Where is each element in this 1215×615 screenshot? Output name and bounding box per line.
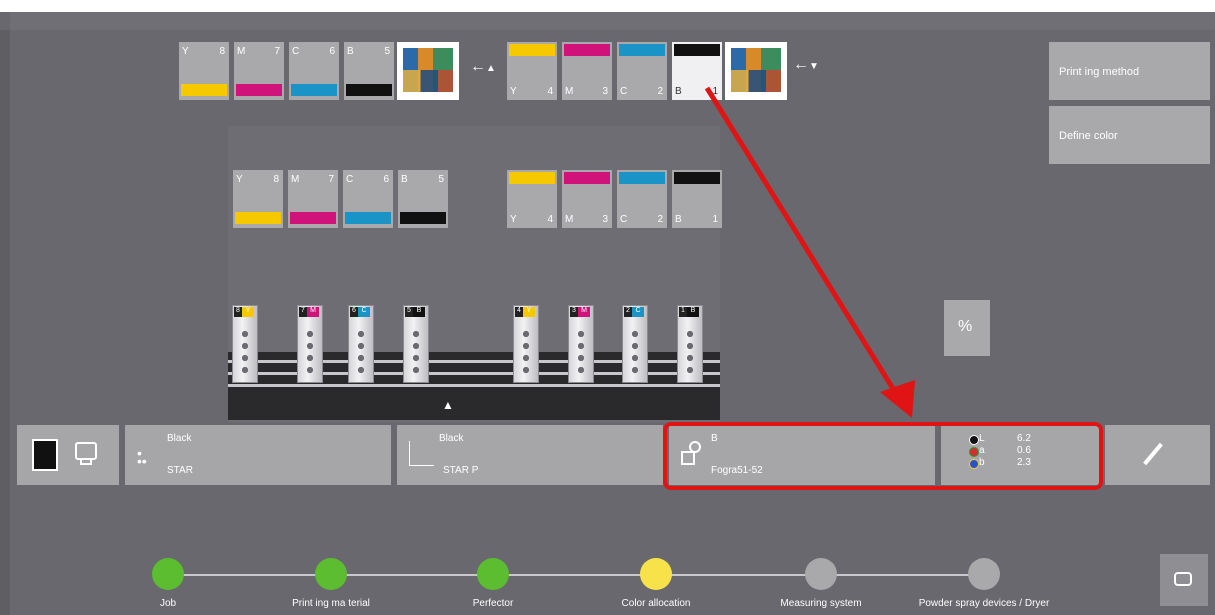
workflow-step-label[interactable]: Job	[160, 598, 176, 609]
workflow-step-dot[interactable]	[152, 558, 184, 590]
workflow-step-dot[interactable]	[315, 558, 347, 590]
workflow-step-label[interactable]: Powder spray devices / Dryer	[919, 598, 1050, 609]
workflow-step-dot[interactable]	[968, 558, 1000, 590]
workflow-step-label[interactable]: Print ing ma terial	[292, 598, 370, 609]
workflow-step-dot[interactable]	[805, 558, 837, 590]
workflow-step-label[interactable]: Perfector	[473, 598, 514, 609]
device-icon	[1174, 572, 1192, 586]
workflow-line	[167, 574, 987, 576]
workflow-step-label[interactable]: Color allocation	[622, 598, 691, 609]
workflow-step-dot[interactable]	[477, 558, 509, 590]
annotation-arrow	[704, 86, 915, 418]
workflow-step-dot[interactable]	[640, 558, 672, 590]
device-button[interactable]	[1160, 554, 1208, 606]
workflow-step-label[interactable]: Measuring system	[780, 598, 861, 609]
